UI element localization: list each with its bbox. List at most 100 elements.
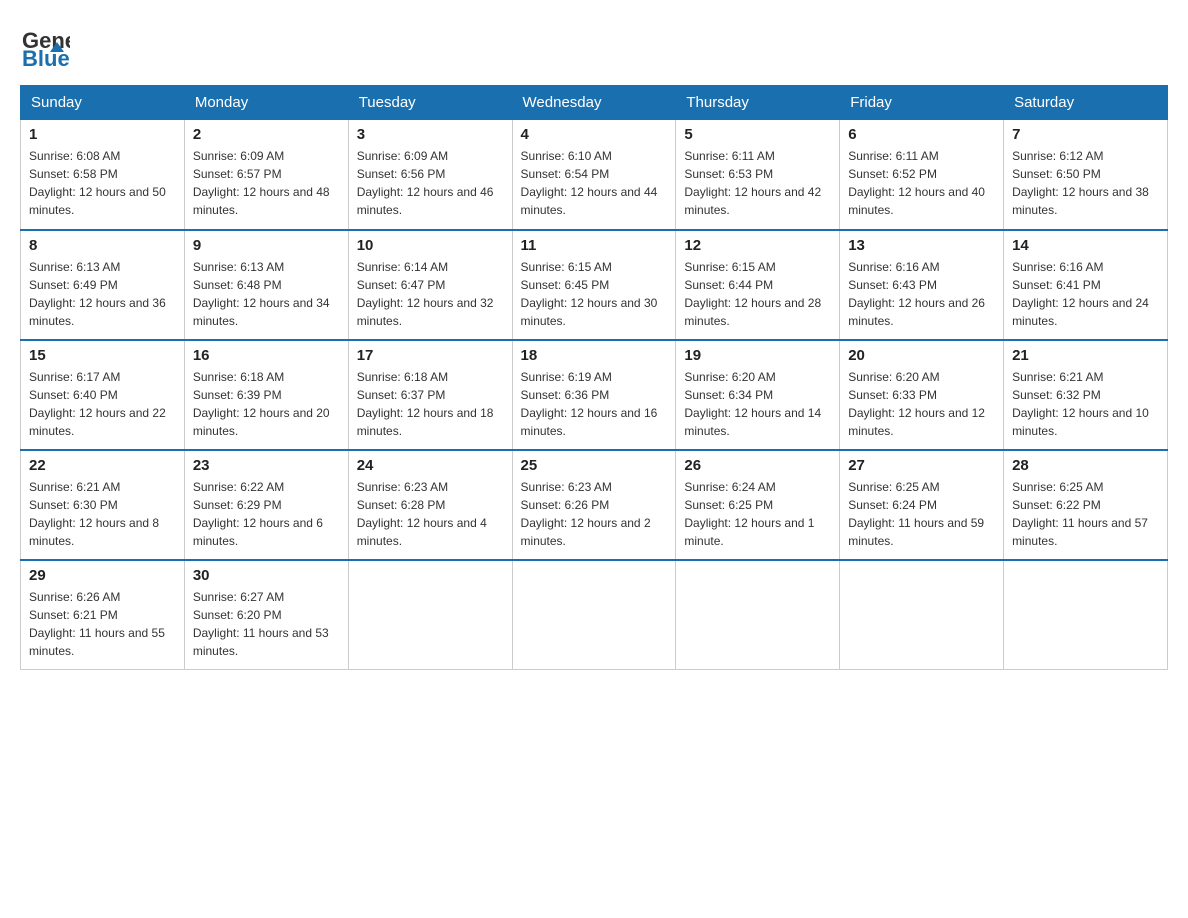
day-info: Sunrise: 6:21 AMSunset: 6:32 PMDaylight:… xyxy=(1012,368,1159,440)
day-info: Sunrise: 6:09 AMSunset: 6:56 PMDaylight:… xyxy=(357,147,504,219)
day-info: Sunrise: 6:08 AMSunset: 6:58 PMDaylight:… xyxy=(29,147,176,219)
empty-cell xyxy=(676,560,840,670)
logo-graphic: General Blue xyxy=(20,20,70,75)
day-cell-14: 14 Sunrise: 6:16 AMSunset: 6:41 PMDayligh… xyxy=(1004,230,1168,340)
day-info: Sunrise: 6:25 AMSunset: 6:24 PMDaylight:… xyxy=(848,478,995,550)
day-cell-28: 28 Sunrise: 6:25 AMSunset: 6:22 PMDayligh… xyxy=(1004,450,1168,560)
day-number: 29 xyxy=(29,567,176,584)
week-row-3: 15 Sunrise: 6:17 AMSunset: 6:40 PMDayligh… xyxy=(21,340,1168,450)
day-cell-7: 7Sunrise: 6:12 AMSunset: 6:50 PMDaylight… xyxy=(1004,120,1168,230)
day-cell-22: 22 Sunrise: 6:21 AMSunset: 6:30 PMDayligh… xyxy=(21,450,185,560)
day-cell-17: 17 Sunrise: 6:18 AMSunset: 6:37 PMDayligh… xyxy=(348,340,512,450)
day-number: 24 xyxy=(357,457,504,474)
day-cell-23: 23Sunrise: 6:22 AMSunset: 6:29 PMDayligh… xyxy=(184,450,348,560)
day-number: 27 xyxy=(848,457,995,474)
day-cell-30: 30 Sunrise: 6:27 AMSunset: 6:20 PMDayligh… xyxy=(184,560,348,670)
day-number: 9 xyxy=(193,237,340,254)
day-info: Sunrise: 6:11 AMSunset: 6:53 PMDaylight:… xyxy=(684,147,831,219)
day-cell-13: 13 Sunrise: 6:16 AMSunset: 6:43 PMDayligh… xyxy=(840,230,1004,340)
day-cell-21: 21 Sunrise: 6:21 AMSunset: 6:32 PMDayligh… xyxy=(1004,340,1168,450)
day-info: Sunrise: 6:25 AMSunset: 6:22 PMDaylight:… xyxy=(1012,478,1159,550)
day-info: Sunrise: 6:15 AMSunset: 6:44 PMDaylight:… xyxy=(684,258,831,330)
day-cell-29: 29 Sunrise: 6:26 AMSunset: 6:21 PMDayligh… xyxy=(21,560,185,670)
day-info: Sunrise: 6:22 AMSunset: 6:29 PMDaylight:… xyxy=(193,478,340,550)
week-row-2: 8 Sunrise: 6:13 AMSunset: 6:49 PMDaylight… xyxy=(21,230,1168,340)
day-number: 22 xyxy=(29,457,176,474)
day-number: 17 xyxy=(357,347,504,364)
day-info: Sunrise: 6:17 AMSunset: 6:40 PMDaylight:… xyxy=(29,368,176,440)
day-info: Sunrise: 6:10 AMSunset: 6:54 PMDaylight:… xyxy=(521,147,668,219)
day-info: Sunrise: 6:15 AMSunset: 6:45 PMDaylight:… xyxy=(521,258,668,330)
weekday-header-wednesday: Wednesday xyxy=(512,86,676,120)
day-info: Sunrise: 6:14 AMSunset: 6:47 PMDaylight:… xyxy=(357,258,504,330)
day-info: Sunrise: 6:16 AMSunset: 6:41 PMDaylight:… xyxy=(1012,258,1159,330)
day-info: Sunrise: 6:13 AMSunset: 6:48 PMDaylight:… xyxy=(193,258,340,330)
day-cell-24: 24 Sunrise: 6:23 AMSunset: 6:28 PMDayligh… xyxy=(348,450,512,560)
day-number: 12 xyxy=(684,237,831,254)
day-number: 13 xyxy=(848,237,995,254)
day-number: 11 xyxy=(521,237,668,254)
week-row-5: 29 Sunrise: 6:26 AMSunset: 6:21 PMDayligh… xyxy=(21,560,1168,670)
day-info: Sunrise: 6:24 AMSunset: 6:25 PMDaylight:… xyxy=(684,478,831,550)
weekday-header-row: SundayMondayTuesdayWednesdayThursdayFrid… xyxy=(21,86,1168,120)
day-cell-16: 16Sunrise: 6:18 AMSunset: 6:39 PMDayligh… xyxy=(184,340,348,450)
page-header: General Blue xyxy=(20,20,1168,75)
weekday-header-saturday: Saturday xyxy=(1004,86,1168,120)
day-number: 2 xyxy=(193,126,340,143)
day-info: Sunrise: 6:11 AMSunset: 6:52 PMDaylight:… xyxy=(848,147,995,219)
weekday-header-friday: Friday xyxy=(840,86,1004,120)
day-cell-8: 8 Sunrise: 6:13 AMSunset: 6:49 PMDaylight… xyxy=(21,230,185,340)
week-row-1: 1 Sunrise: 6:08 AMSunset: 6:58 PMDaylight… xyxy=(21,120,1168,230)
day-number: 26 xyxy=(684,457,831,474)
calendar-table: SundayMondayTuesdayWednesdayThursdayFrid… xyxy=(20,85,1168,670)
day-cell-2: 2 Sunrise: 6:09 AMSunset: 6:57 PMDaylight… xyxy=(184,120,348,230)
day-cell-3: 3 Sunrise: 6:09 AMSunset: 6:56 PMDaylight… xyxy=(348,120,512,230)
week-row-4: 22 Sunrise: 6:21 AMSunset: 6:30 PMDayligh… xyxy=(21,450,1168,560)
day-info: Sunrise: 6:09 AMSunset: 6:57 PMDaylight:… xyxy=(193,147,340,219)
day-info: Sunrise: 6:13 AMSunset: 6:49 PMDaylight:… xyxy=(29,258,176,330)
day-info: Sunrise: 6:16 AMSunset: 6:43 PMDaylight:… xyxy=(848,258,995,330)
day-number: 25 xyxy=(521,457,668,474)
day-cell-6: 6 Sunrise: 6:11 AMSunset: 6:52 PMDaylight… xyxy=(840,120,1004,230)
day-number: 30 xyxy=(193,567,340,584)
day-cell-11: 11 Sunrise: 6:15 AMSunset: 6:45 PMDayligh… xyxy=(512,230,676,340)
day-cell-27: 27 Sunrise: 6:25 AMSunset: 6:24 PMDayligh… xyxy=(840,450,1004,560)
day-info: Sunrise: 6:20 AMSunset: 6:34 PMDaylight:… xyxy=(684,368,831,440)
day-cell-9: 9 Sunrise: 6:13 AMSunset: 6:48 PMDaylight… xyxy=(184,230,348,340)
day-info: Sunrise: 6:12 AMSunset: 6:50 PMDaylight:… xyxy=(1012,147,1159,219)
day-number: 3 xyxy=(357,126,504,143)
day-number: 18 xyxy=(521,347,668,364)
svg-text:Blue: Blue xyxy=(22,46,70,70)
day-info: Sunrise: 6:18 AMSunset: 6:39 PMDaylight:… xyxy=(193,368,340,440)
day-info: Sunrise: 6:18 AMSunset: 6:37 PMDaylight:… xyxy=(357,368,504,440)
day-cell-18: 18Sunrise: 6:19 AMSunset: 6:36 PMDayligh… xyxy=(512,340,676,450)
day-cell-19: 19 Sunrise: 6:20 AMSunset: 6:34 PMDayligh… xyxy=(676,340,840,450)
weekday-header-tuesday: Tuesday xyxy=(348,86,512,120)
day-info: Sunrise: 6:27 AMSunset: 6:20 PMDaylight:… xyxy=(193,588,340,660)
day-number: 20 xyxy=(848,347,995,364)
day-number: 21 xyxy=(1012,347,1159,364)
day-cell-4: 4Sunrise: 6:10 AMSunset: 6:54 PMDaylight… xyxy=(512,120,676,230)
day-number: 5 xyxy=(684,126,831,143)
day-cell-10: 10Sunrise: 6:14 AMSunset: 6:47 PMDayligh… xyxy=(348,230,512,340)
day-number: 6 xyxy=(848,126,995,143)
weekday-header-sunday: Sunday xyxy=(21,86,185,120)
day-cell-1: 1 Sunrise: 6:08 AMSunset: 6:58 PMDaylight… xyxy=(21,120,185,230)
day-cell-12: 12 Sunrise: 6:15 AMSunset: 6:44 PMDayligh… xyxy=(676,230,840,340)
day-number: 19 xyxy=(684,347,831,364)
empty-cell xyxy=(840,560,1004,670)
day-cell-26: 26 Sunrise: 6:24 AMSunset: 6:25 PMDayligh… xyxy=(676,450,840,560)
day-cell-5: 5 Sunrise: 6:11 AMSunset: 6:53 PMDaylight… xyxy=(676,120,840,230)
day-info: Sunrise: 6:26 AMSunset: 6:21 PMDaylight:… xyxy=(29,588,176,660)
day-number: 8 xyxy=(29,237,176,254)
day-cell-20: 20Sunrise: 6:20 AMSunset: 6:33 PMDayligh… xyxy=(840,340,1004,450)
day-number: 15 xyxy=(29,347,176,364)
day-cell-15: 15 Sunrise: 6:17 AMSunset: 6:40 PMDayligh… xyxy=(21,340,185,450)
day-info: Sunrise: 6:21 AMSunset: 6:30 PMDaylight:… xyxy=(29,478,176,550)
day-number: 28 xyxy=(1012,457,1159,474)
day-number: 1 xyxy=(29,126,176,143)
day-number: 14 xyxy=(1012,237,1159,254)
empty-cell xyxy=(348,560,512,670)
logo: General Blue xyxy=(20,20,70,75)
day-info: Sunrise: 6:23 AMSunset: 6:28 PMDaylight:… xyxy=(357,478,504,550)
